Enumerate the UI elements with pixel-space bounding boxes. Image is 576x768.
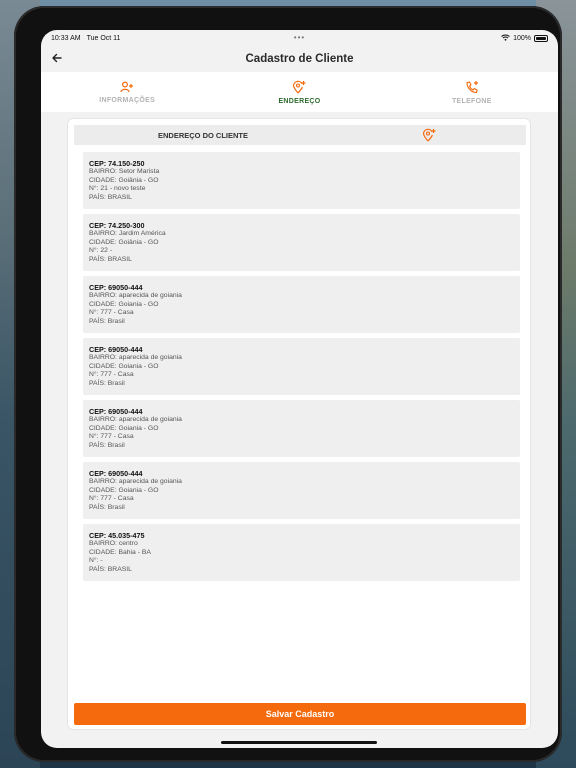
address-cep: CEP: 74.150-250 xyxy=(89,159,145,168)
status-time: 10:33 AM xyxy=(51,34,81,42)
battery-percent: 100% xyxy=(513,34,531,42)
address-card[interactable]: CEP: 69050-444 BAIRRO: aparecida de goia… xyxy=(83,338,520,395)
add-location-icon[interactable] xyxy=(422,128,436,142)
address-cidade: CIDADE: Bahia - BA xyxy=(89,548,151,556)
address-cidade: CIDADE: Goiania - GO xyxy=(89,362,159,370)
address-card[interactable]: CEP: 45.035-475 BAIRRO: centro CIDADE: B… xyxy=(83,524,520,581)
app-screen: 10:33 AM Tue Oct 11 ••• 100% Cadastro de… xyxy=(41,30,558,748)
address-pais: PAÍS: Brasil xyxy=(89,317,125,325)
tab-endereco-label: ENDEREÇO xyxy=(278,97,321,105)
address-cep: CEP: 74.250-300 xyxy=(89,221,145,230)
address-cep: CEP: 69050-444 xyxy=(89,283,143,292)
tab-informacoes[interactable]: INFORMAÇÕES xyxy=(41,72,213,112)
address-bairro: BAIRRO: aparecida de goiania xyxy=(89,292,182,300)
address-card[interactable]: CEP: 74.250-300 BAIRRO: Jardim América C… xyxy=(83,214,520,271)
address-bairro: BAIRRO: centro xyxy=(89,540,138,548)
address-card[interactable]: CEP: 69050-444 BAIRRO: aparecida de goia… xyxy=(83,462,520,519)
address-pais: PAÍS: Brasil xyxy=(89,503,125,511)
address-pais: PAÍS: BRASIL xyxy=(89,193,132,201)
address-card[interactable]: CEP: 69050-444 BAIRRO: aparecida de goia… xyxy=(83,400,520,457)
add-location-icon xyxy=(292,80,306,94)
address-card[interactable]: CEP: 69050-444 BAIRRO: aparecida de goia… xyxy=(83,276,520,333)
address-bairro: BAIRRO: aparecida de goiania xyxy=(89,354,182,362)
add-phone-icon xyxy=(465,80,479,94)
tab-telefone[interactable]: TELEFONE xyxy=(386,72,558,112)
tab-telefone-label: TELEFONE xyxy=(451,97,492,105)
page-title: Cadastro de Cliente xyxy=(245,53,354,65)
address-pais: PAÍS: Brasil xyxy=(89,379,125,387)
address-bairro: BAIRRO: aparecida de goiania xyxy=(89,478,182,486)
address-numero: N°: 22 - xyxy=(89,247,113,255)
address-pais: PAÍS: BRASIL xyxy=(89,255,132,263)
address-cidade: CIDADE: Goiânia - GO xyxy=(89,238,159,246)
address-numero: N°: 777 - Casa xyxy=(89,433,134,441)
address-bairro: BAIRRO: aparecida de goiania xyxy=(89,416,182,424)
address-cep: CEP: 69050-444 xyxy=(89,407,143,416)
tab-endereco[interactable]: ENDEREÇO xyxy=(213,72,385,112)
address-cep: CEP: 69050-444 xyxy=(89,469,143,478)
address-pais: PAÍS: BRASIL xyxy=(89,565,132,573)
address-numero: N°: 777 - Casa xyxy=(89,371,134,379)
address-numero: N°: - xyxy=(89,557,103,565)
back-arrow-icon[interactable] xyxy=(49,50,65,66)
wifi-icon xyxy=(501,34,510,43)
tab-bar: INFORMAÇÕES ENDEREÇO TELEFONE xyxy=(41,72,558,112)
address-list: CEP: 74.150-250 BAIRRO: Setor Marista CI… xyxy=(83,152,520,586)
address-cidade: CIDADE: Goiania - GO xyxy=(89,424,159,432)
section-title: ENDEREÇO DO CLIENTE xyxy=(158,130,249,140)
multitasking-dots-icon[interactable]: ••• xyxy=(294,33,305,42)
ipad-frame: 10:33 AM Tue Oct 11 ••• 100% Cadastro de… xyxy=(14,6,562,762)
address-panel: ENDEREÇO DO CLIENTE CEP: 74.150-250 BAIR… xyxy=(67,118,531,730)
address-bairro: BAIRRO: Jardim América xyxy=(89,230,166,238)
home-indicator[interactable] xyxy=(221,741,377,744)
status-bar: 10:33 AM Tue Oct 11 ••• 100% xyxy=(41,30,558,46)
address-bairro: BAIRRO: Setor Marista xyxy=(89,168,160,176)
section-header: ENDEREÇO DO CLIENTE xyxy=(74,125,526,145)
address-numero: N°: 21 - novo teste xyxy=(89,185,146,193)
address-card[interactable]: CEP: 74.150-250 BAIRRO: Setor Marista CI… xyxy=(83,152,520,209)
address-numero: N°: 777 - Casa xyxy=(89,309,134,317)
battery-icon xyxy=(534,34,548,42)
navigation-bar: Cadastro de Cliente xyxy=(41,46,558,72)
status-date: Tue Oct 11 xyxy=(86,34,121,42)
save-button[interactable]: Salvar Cadastro xyxy=(74,703,526,725)
add-user-icon xyxy=(120,80,134,93)
tab-informacoes-label: INFORMAÇÕES xyxy=(99,96,156,104)
address-cidade: CIDADE: Goiania - GO xyxy=(89,486,159,494)
address-numero: N°: 777 - Casa xyxy=(89,495,134,503)
address-cidade: CIDADE: Goiania - GO xyxy=(89,300,159,308)
address-cep: CEP: 45.035-475 xyxy=(89,531,145,540)
address-cidade: CIDADE: Goiânia - GO xyxy=(89,176,159,184)
address-cep: CEP: 69050-444 xyxy=(89,345,143,354)
address-pais: PAÍS: Brasil xyxy=(89,441,125,449)
